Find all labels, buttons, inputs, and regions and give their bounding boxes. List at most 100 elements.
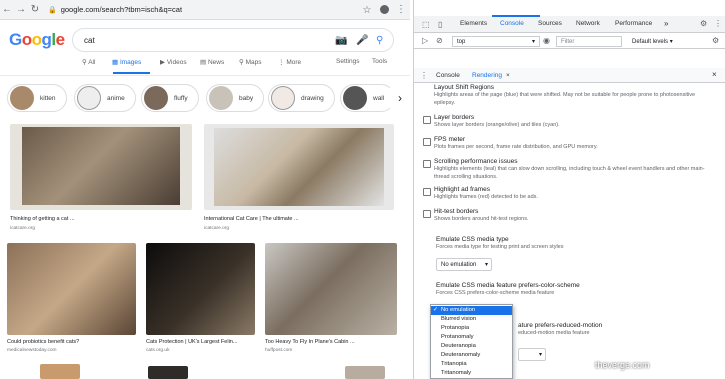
option-title: Highlight ad frames	[434, 186, 490, 193]
devtools-tabs: ⬚ ▯ Elements Console Sources Network Per…	[414, 16, 725, 33]
hit-test-borders-checkbox[interactable]	[423, 210, 431, 218]
result-image[interactable]	[148, 366, 188, 379]
camera-icon[interactable]: 📷	[335, 35, 347, 46]
chevron-right-icon[interactable]: ›	[390, 84, 410, 112]
mic-icon[interactable]: 🎤	[356, 35, 368, 46]
tab-maps[interactable]: ⚲ Maps	[239, 58, 261, 66]
result-image[interactable]	[7, 243, 136, 335]
layer-borders-checkbox[interactable]	[423, 116, 431, 124]
chip-anime[interactable]: anime	[74, 84, 136, 112]
result-caption[interactable]: Thinking of getting a cat ...	[10, 216, 190, 222]
result-source: huffpost.com	[265, 348, 293, 353]
settings-link[interactable]: Settings	[336, 58, 360, 65]
google-logo[interactable]: Google	[9, 30, 65, 50]
eye-icon[interactable]: ◉	[543, 36, 550, 45]
clear-console-icon[interactable]: ⊘	[436, 36, 443, 45]
menu-item-tritanopia[interactable]: Tritanopia	[431, 360, 512, 369]
reload-icon[interactable]: ↻	[28, 4, 42, 15]
tab-all[interactable]: ⚲ All	[82, 58, 95, 66]
result-image[interactable]	[345, 366, 385, 379]
menu-item-deuteranopia[interactable]: Deuteranopia	[431, 342, 512, 351]
chip-baby[interactable]: baby	[206, 84, 265, 112]
levels-dropdown[interactable]: Default levels ▾	[632, 38, 673, 45]
menu-item-blurred-vision[interactable]: Blurred vision	[431, 315, 512, 324]
tab-images[interactable]: ▦ Images	[112, 58, 141, 66]
media-type-select[interactable]: No emulation ▾	[436, 258, 492, 271]
chevron-down-icon: ▾	[531, 39, 535, 45]
divider	[0, 75, 410, 76]
chip-thumbnail	[144, 86, 168, 110]
tab-network[interactable]: Network	[576, 20, 600, 27]
close-tab-icon[interactable]: ×	[506, 72, 510, 79]
devtools-panel: ⬚ ▯ Elements Console Sources Network Per…	[413, 0, 725, 379]
menu-item-deuteranomaly[interactable]: Deuteranomaly	[431, 351, 512, 360]
option-desc: Shows layer borders (orange/olive) and t…	[434, 122, 560, 128]
highlight-ad-frames-checkbox[interactable]	[423, 188, 431, 196]
result-image[interactable]	[10, 124, 192, 210]
forward-icon[interactable]: →	[14, 4, 28, 15]
result-image[interactable]	[204, 124, 394, 210]
tab-news[interactable]: ▤ News	[200, 58, 224, 66]
result-source: cats.org.uk	[146, 348, 170, 353]
result-image[interactable]	[265, 243, 397, 335]
menu-item-tritanomaly[interactable]: Tritanomaly	[431, 369, 512, 378]
fps-meter-checkbox[interactable]	[423, 138, 431, 146]
tab-performance[interactable]: Performance	[615, 20, 652, 27]
tab-videos[interactable]: ▶ Videos	[160, 58, 187, 66]
url-field[interactable]: 🔒 google.com/search?tbm=isch&q=cat	[48, 5, 182, 14]
context-select[interactable]: top ▾	[452, 36, 540, 47]
result-caption[interactable]: Could probiotics benefit cats?	[7, 339, 137, 345]
chip-wall[interactable]: wall	[340, 84, 396, 112]
reduced-motion-title: ature prefers-reduced-motion	[518, 322, 603, 329]
chip-fluffy[interactable]: fluffy	[141, 84, 199, 112]
menu-item-protanomaly[interactable]: Protanomaly	[431, 333, 512, 342]
search-icon[interactable]: ⚲	[376, 35, 383, 46]
menu-item-protanopia[interactable]: Protanopia	[431, 324, 512, 333]
option-title: FPS meter	[434, 136, 466, 143]
chip-drawing[interactable]: drawing	[268, 84, 335, 112]
chip-thumbnail	[343, 86, 367, 110]
option-title: Layer borders	[434, 114, 475, 121]
option-title: Layout Shift Regions	[434, 84, 494, 91]
filter-input[interactable]: Filter	[556, 36, 622, 47]
result-caption[interactable]: Too Heavy To Fly In Plane's Cabin ...	[265, 339, 399, 345]
device-toolbar-icon[interactable]: ▯	[438, 20, 442, 29]
screen: ← → ↻ 🔒 google.com/search?tbm=isch&q=cat…	[0, 0, 725, 379]
tab-elements[interactable]: Elements	[460, 20, 487, 27]
menu-icon[interactable]: ⋮	[394, 4, 408, 15]
chip-thumbnail	[77, 86, 101, 110]
lock-icon: 🔒	[48, 6, 57, 14]
tab-console[interactable]: Console	[500, 20, 524, 27]
search-query[interactable]: cat	[84, 36, 95, 45]
scrolling-performance-checkbox[interactable]	[423, 160, 431, 168]
watermark: theverge.com	[595, 360, 650, 370]
back-icon[interactable]: ←	[0, 4, 14, 15]
star-icon[interactable]: ☆	[360, 5, 374, 16]
result-caption[interactable]: Cats Protection | UK's Largest Felin...	[146, 339, 256, 345]
reduced-motion-select[interactable]: ▾	[518, 348, 546, 361]
sidebar-toggle-icon[interactable]: ▷	[422, 36, 428, 45]
more-tabs-icon[interactable]: »	[664, 19, 668, 28]
drawer-tab-console[interactable]: Console	[436, 72, 460, 79]
drawer-tab-rendering[interactable]: Rendering	[472, 72, 502, 79]
result-image[interactable]	[146, 243, 255, 335]
tab-more[interactable]: ⋮ More	[278, 58, 301, 66]
tools-link[interactable]: Tools	[372, 58, 387, 65]
menu-item-no-emulation[interactable]: ✓ No emulation	[431, 306, 512, 315]
chip-thumbnail	[10, 86, 34, 110]
search-tabs: ⚲ All ▦ Images ▶ Videos ▤ News ⚲ Maps ⋮ …	[82, 58, 392, 72]
profile-icon[interactable]	[380, 5, 389, 14]
result-source: icatcare.org	[204, 226, 230, 231]
close-drawer-icon[interactable]: ×	[712, 70, 717, 79]
inspect-icon[interactable]: ⬚	[422, 20, 430, 29]
tab-sources[interactable]: Sources	[538, 20, 562, 27]
drawer-menu-icon[interactable]: ⋮	[420, 71, 428, 80]
more-icon[interactable]: ⋮	[714, 19, 722, 28]
gear-icon[interactable]: ⚙	[712, 36, 719, 45]
console-toolbar: ▷ ⊘ top ▾ ◉ Filter Default levels ▾ ⚙	[414, 33, 725, 49]
search-box[interactable]: cat 📷 🎤 ⚲	[72, 28, 394, 52]
result-caption[interactable]: International Cat Care | The ultimate ..…	[204, 216, 394, 222]
settings-icon[interactable]: ⚙	[700, 19, 707, 28]
result-image[interactable]	[40, 364, 80, 379]
chip-kitten[interactable]: kitten	[7, 84, 67, 112]
